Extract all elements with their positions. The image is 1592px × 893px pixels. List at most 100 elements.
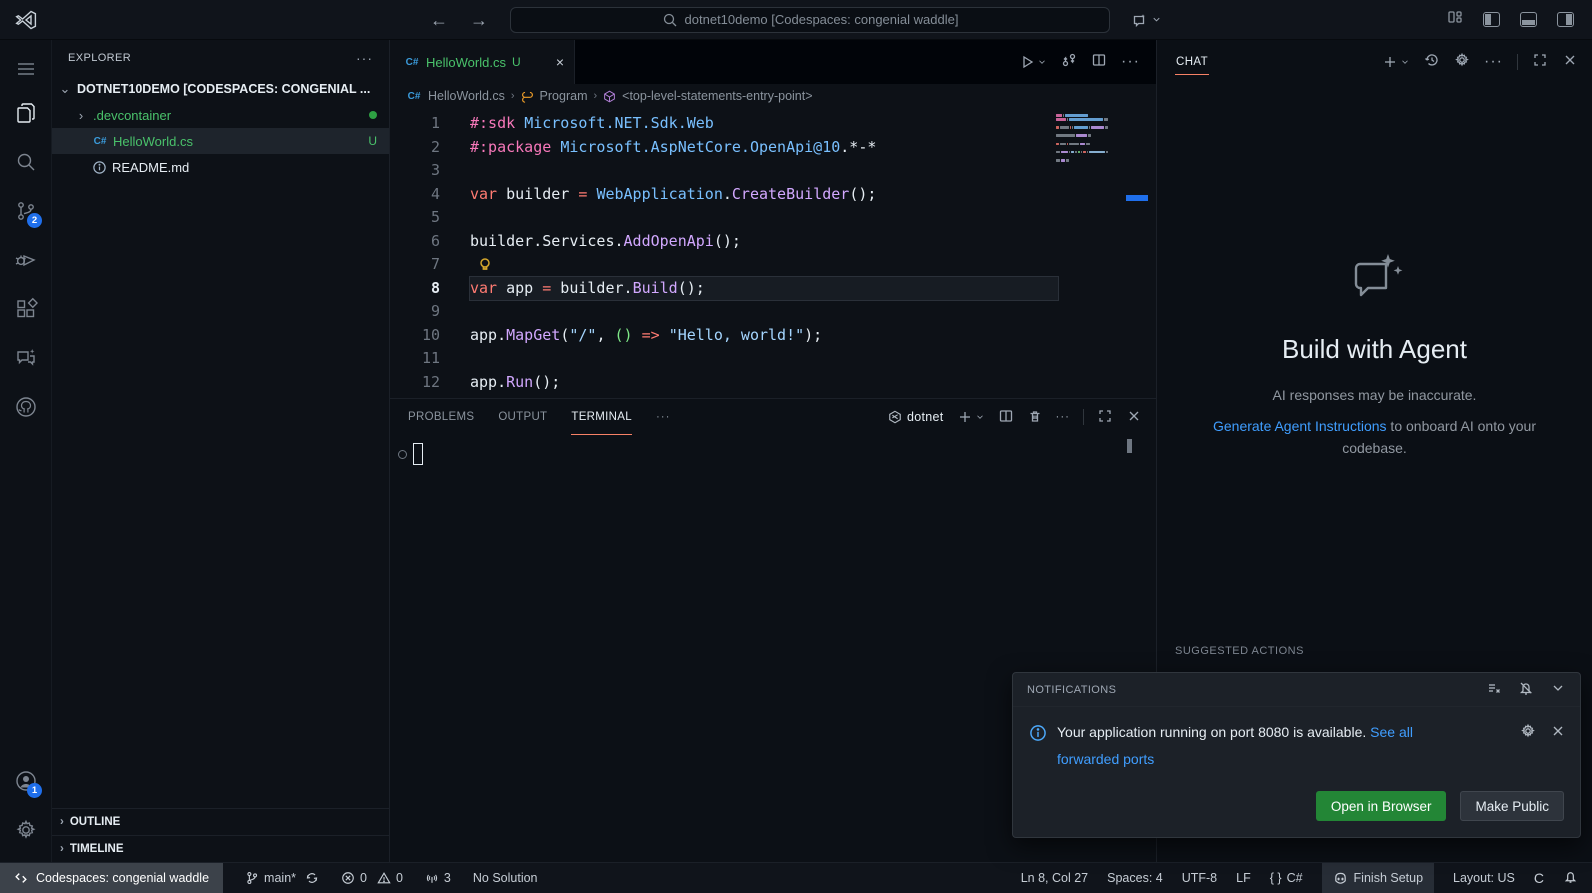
toggle-secondary-sidebar-icon[interactable] [1557,12,1574,27]
maximize-chat-icon[interactable] [1532,52,1548,73]
run-button[interactable] [1019,54,1047,70]
branch-status[interactable]: main* [245,871,319,885]
encoding-status[interactable]: UTF-8 [1182,871,1217,885]
code-editor[interactable]: 1 #:sdk Microsoft.NET.Sdk.Web 2 #:package M… [390,108,1156,398]
tab-problems[interactable]: PROBLEMS [408,399,474,435]
timeline-section[interactable]: › TIMELINE [52,835,389,862]
sidebar-item-github[interactable] [0,382,51,431]
split-terminal-icon[interactable] [998,408,1014,427]
explorer-more-actions[interactable]: ··· [356,50,373,66]
code-line[interactable]: 5 [390,206,1156,230]
toggle-primary-sidebar-icon[interactable] [1483,12,1500,27]
code-line[interactable]: 11 [390,347,1156,371]
code-line[interactable]: 2 #:package Microsoft.AspNetCore.OpenApi@… [390,136,1156,160]
cursor-position-status[interactable]: Ln 8, Col 27 [1021,871,1088,885]
open-changes-icon[interactable] [1061,52,1077,73]
minimap[interactable] [1056,114,1109,163]
chevron-down-icon [1402,60,1408,64]
sidebar-item-run-debug[interactable] [0,235,51,284]
code-line-text [470,253,1058,277]
command-center-search[interactable]: dotnet10demo [Codespaces: congenial wadd… [510,6,1110,33]
keyboard-layout-status[interactable]: Layout: US [1453,871,1515,885]
sidebar-item-chat[interactable] [0,333,51,382]
customize-layout-icon[interactable] [1447,9,1463,30]
gutter-gap [440,159,470,183]
new-terminal-button[interactable] [957,409,985,425]
chat-more-actions[interactable]: ··· [1484,53,1503,71]
collapse-notifications-icon[interactable] [1550,680,1566,699]
code-line[interactable]: 12 app.Run(); [390,371,1156,395]
code-line[interactable]: 1 #:sdk Microsoft.NET.Sdk.Web [390,112,1156,136]
maximize-panel-icon[interactable] [1097,408,1113,427]
clear-all-notifications-icon[interactable] [1486,680,1502,699]
split-editor-icon[interactable] [1091,52,1107,73]
kill-terminal-icon[interactable] [1027,408,1043,427]
problems-status[interactable]: 0 0 [341,871,403,885]
tree-item-devcontainer[interactable]: › .devcontainer [52,102,389,128]
close-notification-icon[interactable] [1550,723,1566,772]
c-status-item[interactable]: C [1534,870,1544,886]
tab-terminal[interactable]: TERMINAL [571,399,632,435]
generate-instructions-link[interactable]: Generate Agent Instructions [1213,418,1387,434]
toggle-panel-icon[interactable] [1520,12,1537,27]
language-status[interactable]: { } C# [1270,871,1303,885]
line-number: 2 [430,137,440,156]
panel-more-actions[interactable]: ··· [1056,411,1071,423]
code-line[interactable]: 4 var builder = WebApplication.CreateBuil… [390,183,1156,207]
code-line[interactable]: 6 builder.Services.AddOpenApi(); [390,230,1156,254]
code-line[interactable]: 3 [390,159,1156,183]
open-in-browser-button[interactable]: Open in Browser [1315,791,1447,821]
close-tab-icon[interactable]: × [556,54,564,70]
indentation-status[interactable]: Spaces: 4 [1107,871,1163,885]
solution-status[interactable]: No Solution [473,871,538,885]
remote-label: Codespaces: congenial waddle [36,871,210,885]
more-actions-icon[interactable]: ··· [1121,53,1140,71]
forward-arrow-icon[interactable]: → [470,11,488,29]
mute-notifications-icon[interactable] [1518,680,1534,699]
notifications-bell[interactable] [1563,869,1578,887]
search-icon [663,13,676,26]
terminal-scrollbar[interactable] [1127,439,1132,453]
line-number: 1 [430,114,440,132]
code-line[interactable]: 7 [390,253,1156,277]
menu-button[interactable] [0,50,51,88]
breadcrumb-symbol[interactable]: Program [540,89,588,103]
breadcrumb: C# HelloWorld.cs › Program › <top-level-… [390,84,1156,108]
tab-helloworld[interactable]: C# HelloWorld.cs U × [390,40,575,84]
tree-item-helloworld[interactable]: C# HelloWorld.cs U [52,128,389,154]
close-panel-icon[interactable] [1126,408,1142,427]
remote-indicator[interactable]: Codespaces: congenial waddle [0,863,224,893]
sidebar-item-search[interactable] [0,137,51,186]
settings-button[interactable] [0,805,51,854]
make-public-button[interactable]: Make Public [1460,791,1564,821]
tree-item-readme[interactable]: README.md [52,154,389,180]
notification-settings-icon[interactable] [1520,723,1536,772]
lightbulb-icon[interactable] [478,257,492,273]
back-arrow-icon[interactable]: ← [430,11,448,29]
code-line[interactable]: 10 app.MapGet("/", () => "Hello, world!")… [390,324,1156,348]
eol-status[interactable]: LF [1236,871,1251,885]
chat-settings-icon[interactable] [1454,52,1470,73]
csharp-file-icon: C# [405,56,419,68]
breadcrumb-entry-point[interactable]: <top-level-statements-entry-point> [622,89,812,103]
ports-status[interactable]: 3 [425,871,451,885]
copilot-finish-setup[interactable]: Finish Setup [1321,863,1435,893]
tree-root-folder[interactable]: ⌄ DOTNET10DEMO [CODESPACES: CONGENIAL ..… [52,76,389,102]
language-label: C# [1286,871,1303,885]
terminal-instance-label[interactable]: dotnet [888,410,944,424]
copilot-menu-button[interactable] [1132,12,1162,28]
panel-more-tabs[interactable]: ··· [656,399,671,435]
code-line[interactable]: 8 var app = builder.Build(); [390,276,1156,300]
chat-tab[interactable]: CHAT [1175,50,1210,75]
sidebar-item-extensions[interactable] [0,284,51,333]
new-chat-button[interactable] [1382,54,1410,70]
sidebar-item-source-control[interactable]: 2 [0,186,51,235]
code-line[interactable]: 9 [390,300,1156,324]
sidebar-item-explorer[interactable] [0,88,51,137]
tab-output[interactable]: OUTPUT [498,399,547,435]
accounts-button[interactable]: 1 [0,756,51,805]
chat-history-icon[interactable] [1424,52,1440,73]
close-chat-icon[interactable] [1562,52,1578,73]
outline-section[interactable]: › OUTLINE [52,808,389,835]
breadcrumb-file[interactable]: HelloWorld.cs [428,89,505,103]
